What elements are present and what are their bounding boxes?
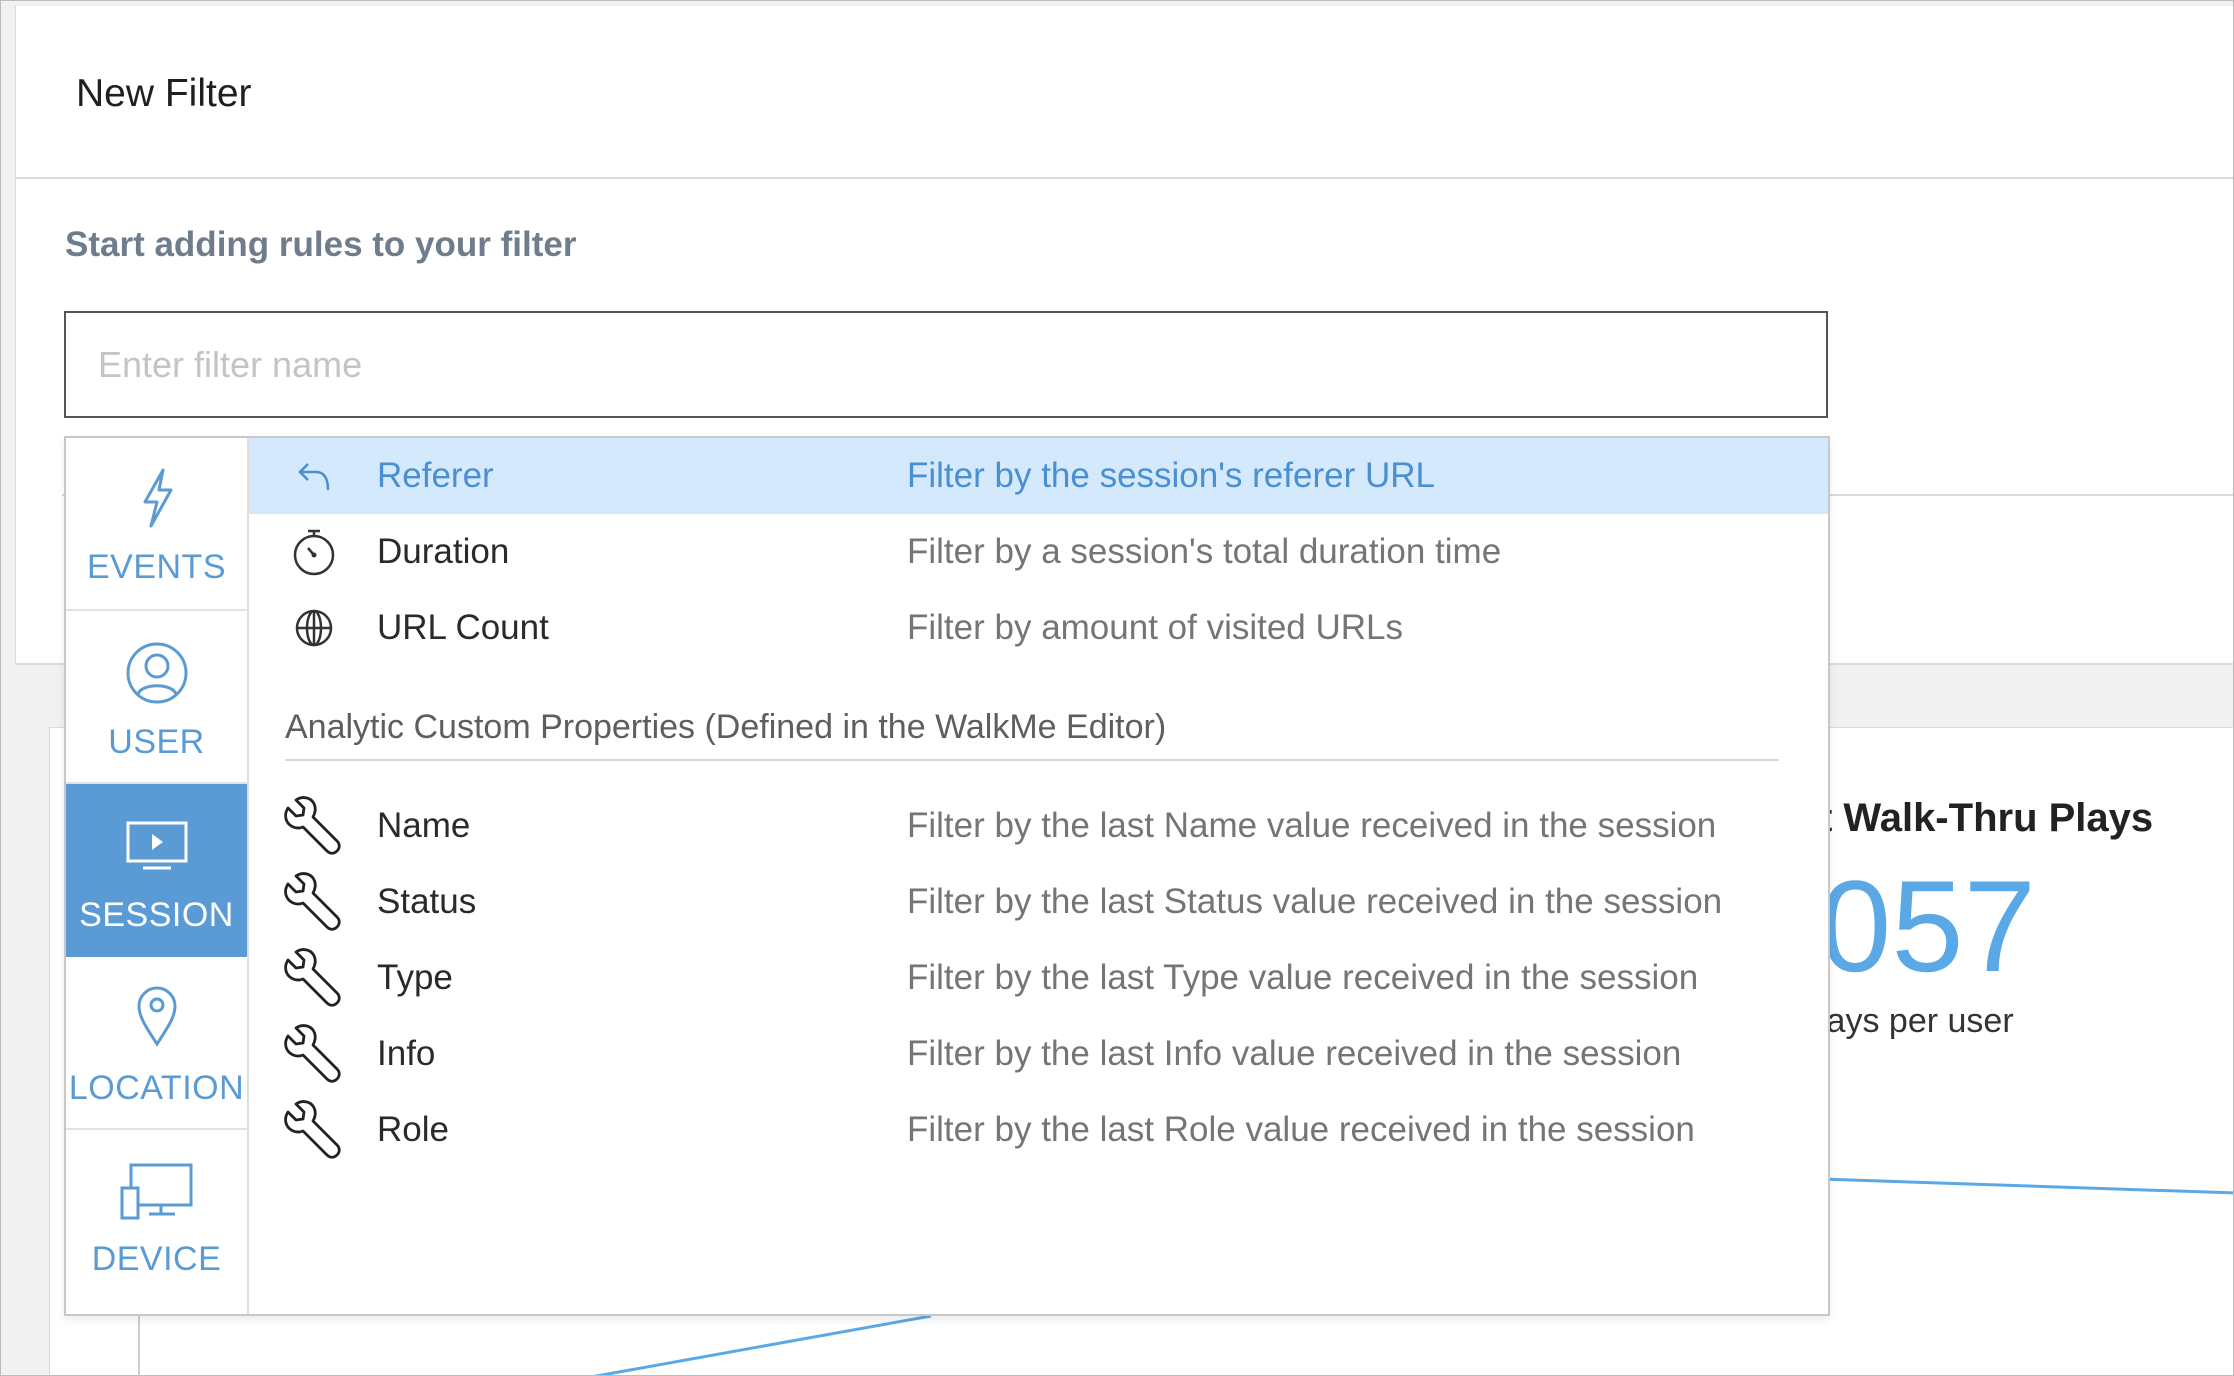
- devices-icon: [120, 1163, 192, 1220]
- category-label: USER: [108, 723, 205, 761]
- wrench-icon: [284, 796, 341, 855]
- option-description: Filter by the last Status value received…: [907, 882, 1723, 921]
- stopwatch-icon: [293, 529, 335, 576]
- section-heading: Analytic Custom Properties (Defined in t…: [285, 708, 1167, 746]
- category-user[interactable]: USER: [66, 611, 247, 784]
- option-info-property[interactable]: Info Filter by the last Info value recei…: [249, 1016, 1828, 1092]
- back-arrow-icon: [298, 463, 330, 491]
- category-label: EVENTS: [86, 548, 227, 586]
- option-name: Name: [377, 806, 471, 845]
- option-description: Filter by the last Info value received i…: [907, 1034, 1682, 1073]
- option-type-property[interactable]: Type Filter by the last Type value recei…: [249, 940, 1828, 1016]
- option-role-property[interactable]: Role Filter by the last Role value recei…: [249, 1092, 1828, 1168]
- filter-name-input[interactable]: [64, 311, 1828, 418]
- option-name: Role: [377, 1110, 449, 1149]
- option-url-count[interactable]: URL Count Filter by amount of visited UR…: [249, 590, 1828, 666]
- user-icon: [126, 642, 187, 704]
- card-title: t Walk-Thru Plays: [1819, 796, 2154, 840]
- option-referer[interactable]: Referer Filter by the session's referer …: [249, 438, 1828, 514]
- category-events[interactable]: EVENTS: [66, 438, 247, 611]
- option-name: Info: [377, 1034, 436, 1073]
- wrench-icon: [284, 1024, 341, 1083]
- category-device[interactable]: DEVICE: [66, 1130, 247, 1303]
- option-duration[interactable]: Duration Filter by a session's total dur…: [249, 514, 1828, 590]
- option-name: Referer: [377, 456, 494, 495]
- option-name: Type: [377, 958, 453, 997]
- section-divider: [285, 759, 1779, 761]
- option-description: Filter by the last Name value received i…: [907, 806, 1717, 845]
- card-subtitle: lays per user: [1819, 1002, 2014, 1040]
- option-description: Filter by the session's referer URL: [907, 456, 1435, 495]
- category-location[interactable]: LOCATION: [66, 957, 247, 1130]
- option-description: Filter by a session's total duration tim…: [907, 532, 1502, 571]
- rule-dropdown: EVENTS USER SESSION LOCATION DEVICE Refe…: [64, 436, 1830, 1316]
- category-label: LOCATION: [68, 1069, 245, 1107]
- wrench-icon: [284, 948, 341, 1007]
- card-value: 057: [1819, 853, 2036, 999]
- wrench-icon: [284, 872, 341, 931]
- option-name: Status: [377, 882, 477, 921]
- wrench-icon: [284, 1100, 341, 1159]
- option-name: Duration: [377, 532, 510, 571]
- map-pin-icon: [136, 986, 177, 1047]
- globe-icon: [295, 609, 333, 647]
- category-list: EVENTS USER SESSION LOCATION DEVICE: [66, 438, 249, 1314]
- option-description: Filter by amount of visited URLs: [907, 608, 1404, 647]
- monitor-play-icon: [126, 821, 187, 870]
- option-name: URL Count: [377, 608, 549, 647]
- category-label: DEVICE: [91, 1240, 222, 1278]
- option-name-property[interactable]: Name Filter by the last Name value recei…: [249, 788, 1828, 864]
- option-list: Referer Filter by the session's referer …: [249, 438, 1828, 1314]
- option-status-property[interactable]: Status Filter by the last Status value r…: [249, 864, 1828, 940]
- category-label: SESSION: [79, 896, 234, 934]
- category-session[interactable]: SESSION: [66, 784, 247, 957]
- lightning-icon: [143, 468, 172, 528]
- app-window: New Filter Start adding rules to your fi…: [0, 0, 2234, 1376]
- option-description: Filter by the last Type value received i…: [907, 958, 1699, 997]
- option-description: Filter by the last Role value received i…: [907, 1110, 1695, 1149]
